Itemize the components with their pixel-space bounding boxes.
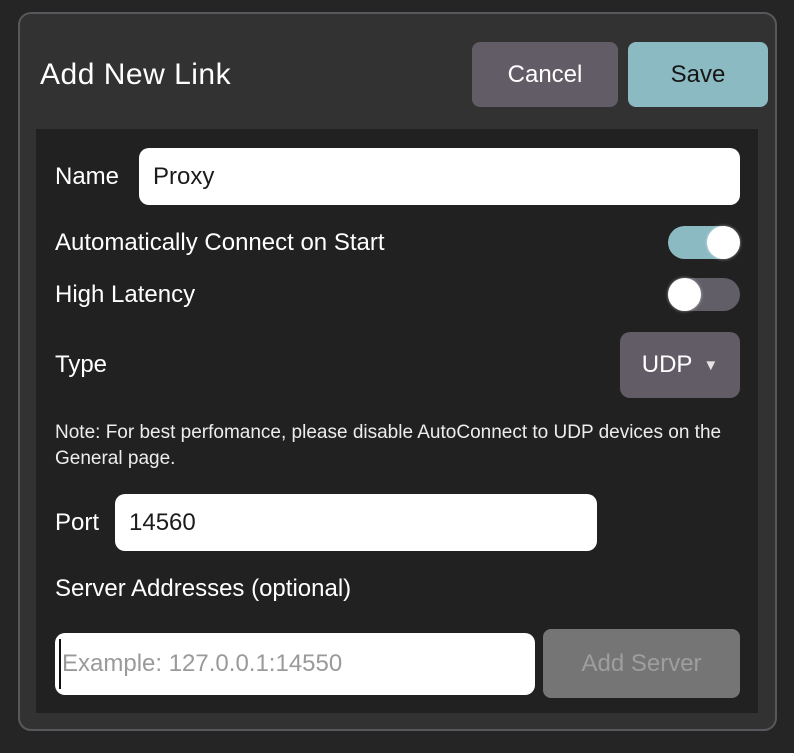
- udp-performance-note: Note: For best perfomance, please disabl…: [55, 420, 727, 472]
- link-settings-panel: Name Automatically Connect on Start High…: [36, 129, 758, 713]
- type-label: Type: [55, 351, 107, 379]
- text-cursor: [59, 639, 61, 689]
- dialog-title: Add New Link: [40, 58, 472, 92]
- server-addresses-row: Server Addresses (optional): [55, 572, 740, 606]
- type-dropdown[interactable]: UDP ▼: [620, 332, 740, 398]
- dialog-header: Add New Link Cancel Save: [40, 42, 768, 107]
- add-server-row: Add Server: [55, 629, 740, 698]
- port-field-row: Port: [55, 494, 740, 551]
- add-new-link-dialog: Add New Link Cancel Save Name Automatica…: [18, 12, 777, 731]
- name-input[interactable]: [139, 148, 740, 205]
- server-addresses-label: Server Addresses (optional): [55, 575, 351, 603]
- cancel-button[interactable]: Cancel: [472, 42, 618, 107]
- high-latency-toggle[interactable]: [668, 278, 740, 311]
- high-latency-row: High Latency: [55, 278, 740, 311]
- toggle-knob: [668, 278, 701, 311]
- type-row: Type UDP ▼: [55, 332, 740, 398]
- auto-connect-row: Automatically Connect on Start: [55, 226, 740, 259]
- port-input[interactable]: [115, 494, 597, 551]
- name-field-row: Name: [55, 148, 740, 205]
- auto-connect-label: Automatically Connect on Start: [55, 229, 385, 257]
- high-latency-label: High Latency: [55, 281, 195, 309]
- port-label: Port: [55, 509, 99, 537]
- add-server-button[interactable]: Add Server: [543, 629, 740, 698]
- server-address-input[interactable]: [55, 633, 535, 695]
- save-button[interactable]: Save: [628, 42, 768, 107]
- chevron-down-icon: ▼: [703, 358, 718, 373]
- toggle-knob: [707, 226, 740, 259]
- auto-connect-toggle[interactable]: [668, 226, 740, 259]
- name-label: Name: [55, 163, 119, 191]
- server-address-input-wrap: [55, 633, 535, 695]
- type-dropdown-value: UDP: [642, 351, 693, 379]
